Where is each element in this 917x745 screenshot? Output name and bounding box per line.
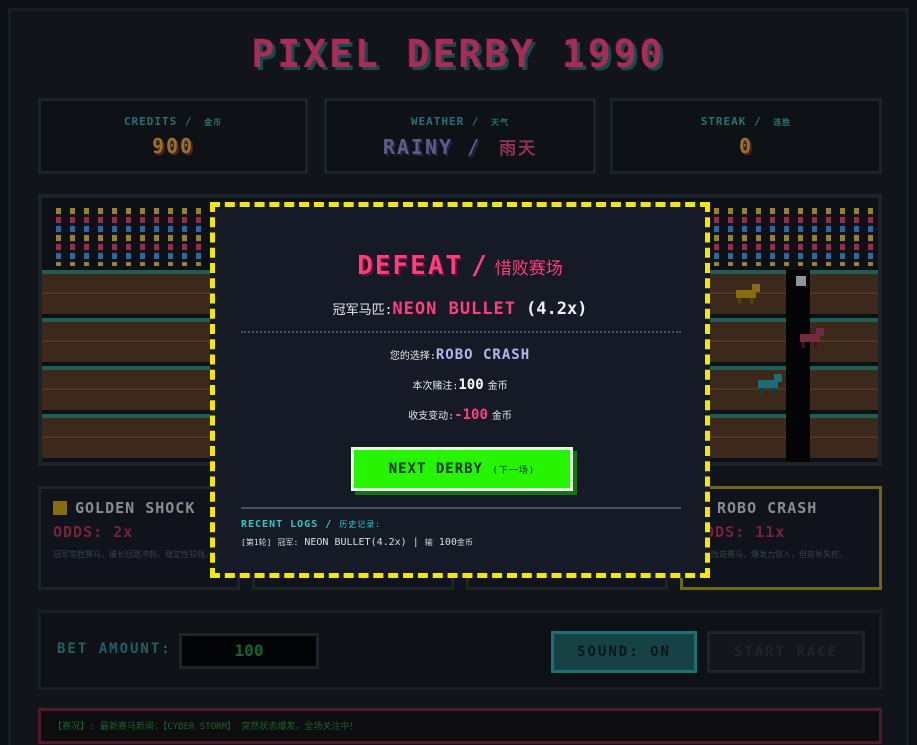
winner-line: 冠军马匹:NEON BULLET (4.2x) bbox=[332, 299, 588, 319]
balance-change-row: 收支变动:-100 金币 bbox=[408, 407, 512, 423]
modal-divider bbox=[241, 331, 681, 333]
result-heading: DEFEAT / 惜败赛场 bbox=[357, 251, 563, 281]
result-modal: DEFEAT / 惜败赛场 冠军马匹:NEON BULLET (4.2x) 您的选择:… bbox=[210, 202, 710, 578]
log-entry: [第1轮] 冠军: NEON BULLET(4.2x) | 输 100金币 bbox=[241, 537, 473, 548]
your-choice-row: 您的选择:ROBO CRASH bbox=[389, 347, 531, 363]
recent-logs-title: RECENT LOGS / 历史记录: bbox=[241, 519, 382, 530]
next-derby-button[interactable]: NEXT DERBY (下一场) bbox=[351, 447, 573, 491]
logs-divider bbox=[241, 507, 681, 509]
bet-row: 本次赌注:100 金币 bbox=[412, 377, 508, 393]
